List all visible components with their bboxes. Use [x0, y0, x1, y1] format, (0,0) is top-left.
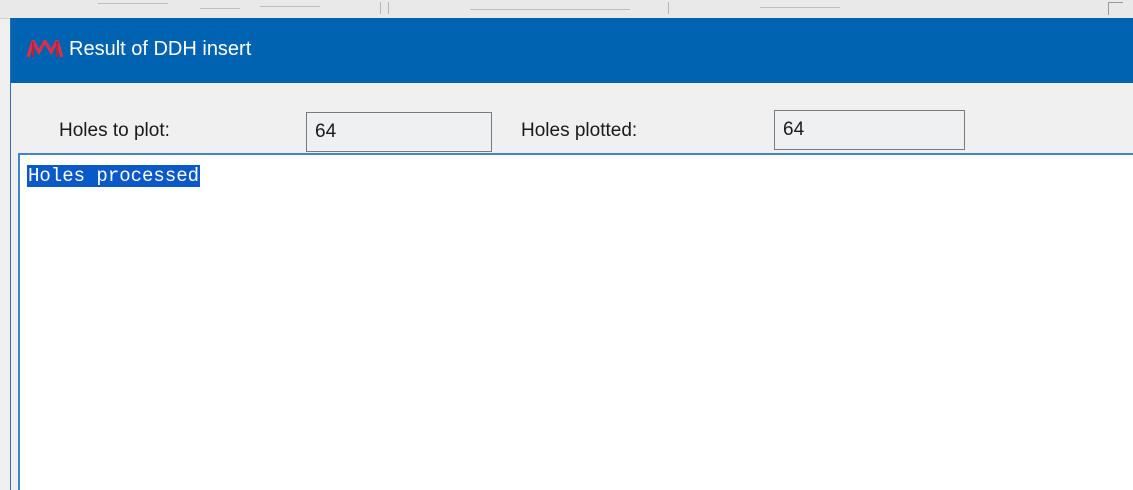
output-log-textarea[interactable]: Holes processed — [18, 153, 1133, 490]
background-application — [0, 0, 1133, 19]
output-line: Holes processed — [27, 165, 201, 187]
dialog-title-bar[interactable]: Result of DDH insert — [11, 18, 1133, 83]
holes-to-plot-label: Holes to plot: — [59, 120, 170, 141]
holes-plotted-label: Holes plotted: — [521, 120, 638, 141]
holes-to-plot-field: 64 — [306, 112, 492, 152]
dialog-title: Result of DDH insert — [69, 38, 252, 60]
holes-plotted-field: 64 — [774, 110, 965, 150]
screen: Result of DDH insert Holes to plot: 64 H… — [0, 0, 1133, 490]
app-logo-icon — [27, 40, 63, 58]
